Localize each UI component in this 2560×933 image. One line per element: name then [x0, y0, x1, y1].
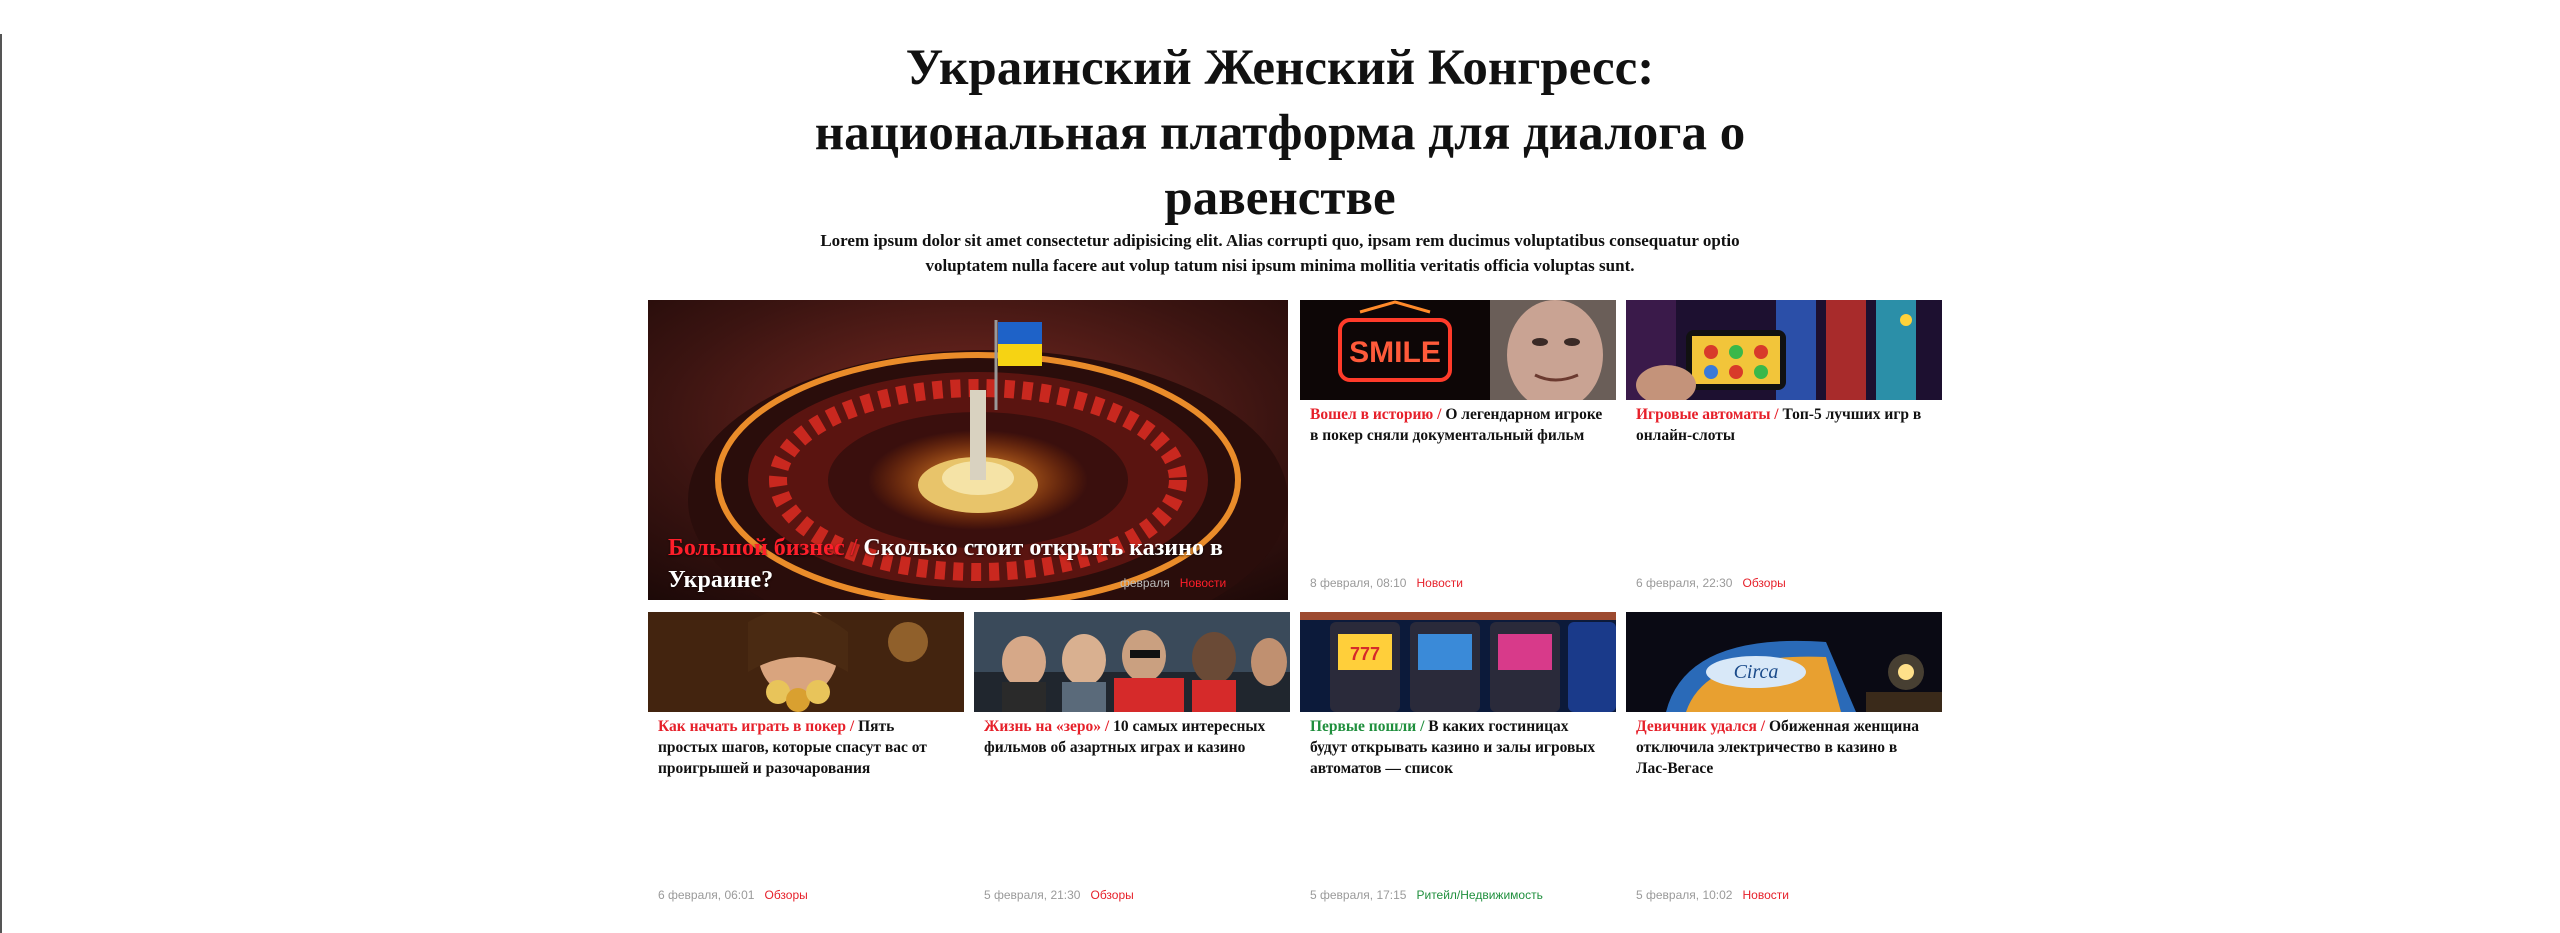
article-card[interactable]: Жизнь на «зеро» / 10 самых интересных фи… — [974, 612, 1290, 912]
article-tag[interactable]: Обзоры — [1090, 888, 1133, 902]
article-title[interactable]: Жизнь на «зеро» / 10 самых интересных фи… — [984, 716, 1280, 758]
svg-text:Circa: Circa — [1734, 661, 1779, 683]
article-image — [1626, 300, 1942, 400]
svg-text:777: 777 — [1350, 644, 1380, 664]
article-title[interactable]: Девичник удался / Обиженная женщина откл… — [1636, 716, 1932, 779]
article-category[interactable]: Жизнь на «зеро» — [984, 718, 1101, 735]
article-card[interactable]: Как начать играть в покер / Пять простых… — [648, 612, 964, 912]
page-title: Украинский Женский Конгресс: национальна… — [814, 40, 1746, 226]
article-card[interactable]: Circa Девичник удался / Обиженная женщин… — [1626, 612, 1942, 912]
article-tag[interactable]: Обзоры — [764, 888, 807, 902]
article-image: SMILE — [1300, 300, 1616, 400]
article-tag[interactable]: Новости — [1742, 888, 1788, 902]
hero-category[interactable]: Большой бизнес — [668, 535, 845, 561]
article-title[interactable]: Как начать играть в покер / Пять простых… — [658, 716, 954, 779]
article-tag[interactable]: Обзоры — [1742, 576, 1785, 590]
hero-date: февраля — [1120, 576, 1170, 590]
article-image — [648, 612, 964, 712]
article-card[interactable]: Игровые автоматы / Топ-5 лучших игр в он… — [1626, 300, 1942, 600]
article-meta: 6 февраля, 06:01 Обзоры — [658, 888, 808, 902]
article-tag[interactable]: Новости — [1416, 576, 1462, 590]
article-date: 8 февраля, 08:10 — [1310, 576, 1407, 590]
article-tag[interactable]: Ритейл/Недвижимость — [1416, 888, 1542, 902]
article-category[interactable]: Первые пошли — [1310, 718, 1416, 735]
svg-text:SMILE: SMILE — [1349, 336, 1441, 369]
lead-paragraph: Lorem ipsum dolor sit amet consectetur a… — [820, 231, 1740, 275]
article-meta: 5 февраля, 21:30 Обзоры — [984, 888, 1134, 902]
article-category[interactable]: Игровые автоматы — [1636, 406, 1770, 423]
article-card[interactable]: 777 Первые пошли / В каких гостиницах бу… — [1300, 612, 1616, 912]
article-date: 6 февраля, 06:01 — [658, 888, 755, 902]
article-image: 777 — [1300, 612, 1616, 712]
article-date: 5 февраля, 21:30 — [984, 888, 1081, 902]
page-border — [0, 34, 2, 933]
article-meta: 8 февраля, 08:10 Новости — [1310, 576, 1463, 590]
article-card[interactable]: SMILE Вошел в историю / О легендарном иг… — [1300, 300, 1616, 600]
article-meta: 6 февраля, 22:30 Обзоры — [1636, 576, 1786, 590]
article-category[interactable]: Девичник удался — [1636, 718, 1757, 735]
article-date: 6 февраля, 22:30 — [1636, 576, 1733, 590]
article-date: 5 февраля, 17:15 — [1310, 888, 1407, 902]
article-category[interactable]: Вошел в историю — [1310, 406, 1433, 423]
hero-tag[interactable]: Новости — [1180, 576, 1226, 590]
article-image: Circa — [1626, 612, 1942, 712]
article-date: 5 февраля, 10:02 — [1636, 888, 1733, 902]
article-category[interactable]: Как начать играть в покер — [658, 718, 846, 735]
article-meta: 5 февраля, 17:15 Ритейл/Недвижимость — [1310, 888, 1543, 902]
article-title[interactable]: Вошел в историю / О легендарном игроке в… — [1310, 404, 1606, 446]
article-title[interactable]: Первые пошли / В каких гостиницах будут … — [1310, 716, 1606, 779]
hero-article-card[interactable]: Большой бизнес / Сколько стоит открыть к… — [648, 300, 1288, 600]
hero-meta: февраля Новости — [1120, 576, 1226, 590]
article-meta: 5 февраля, 10:02 Новости — [1636, 888, 1789, 902]
article-image — [974, 612, 1290, 712]
article-title[interactable]: Игровые автоматы / Топ-5 лучших игр в он… — [1636, 404, 1932, 446]
